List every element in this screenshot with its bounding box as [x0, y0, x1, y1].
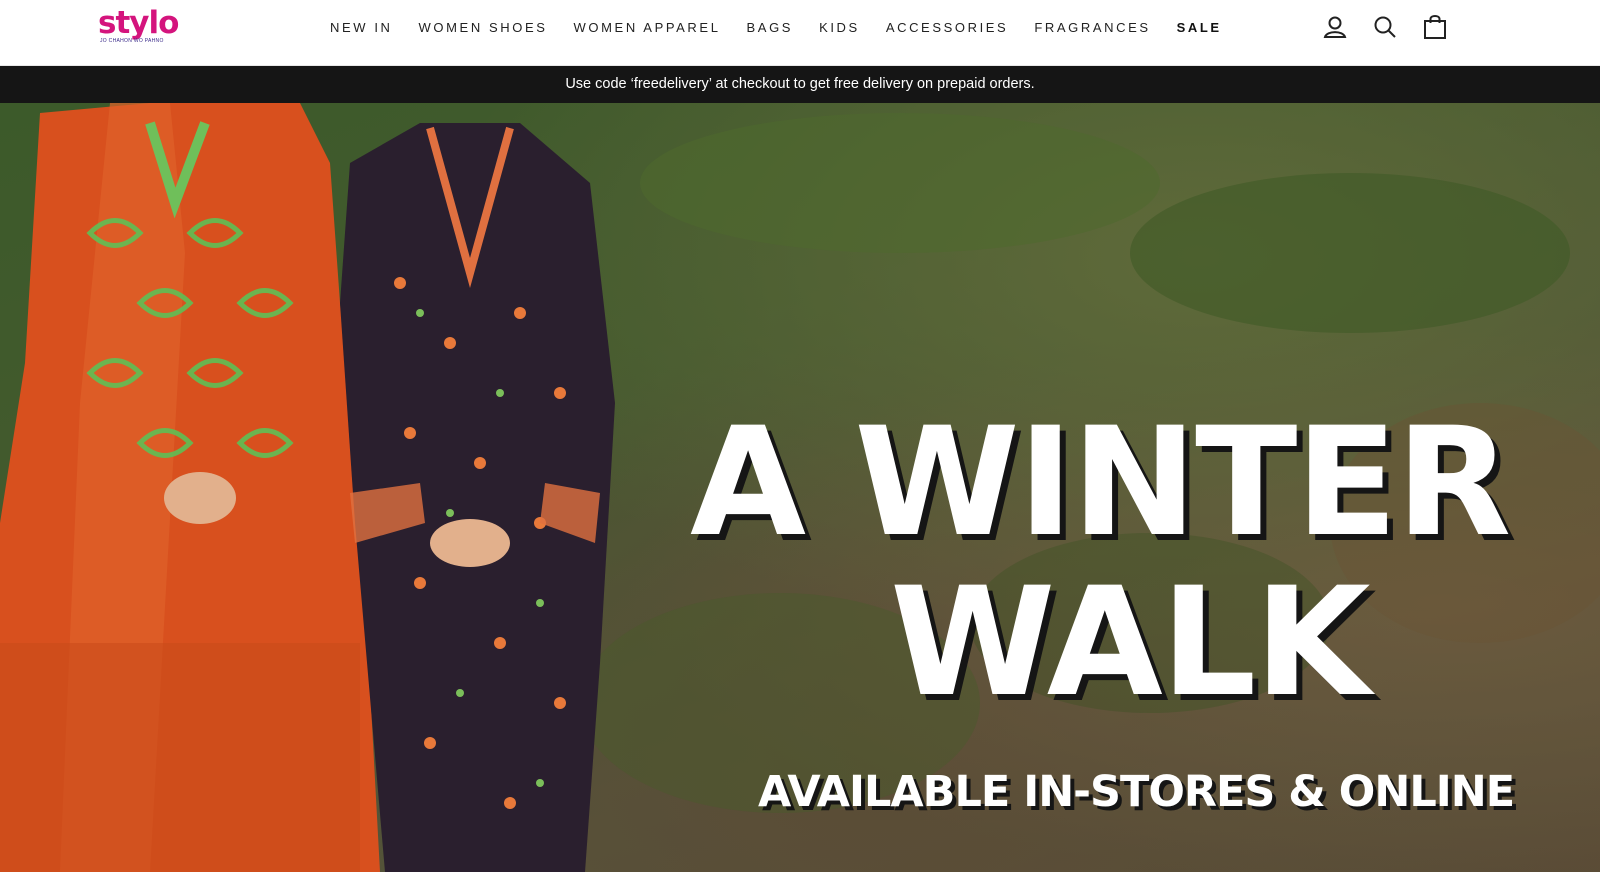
- user-icon[interactable]: [1320, 12, 1350, 42]
- hero-headline-line1: A WINTER: [690, 396, 1511, 570]
- shopping-bag-icon[interactable]: [1420, 12, 1450, 42]
- search-icon[interactable]: [1370, 12, 1400, 42]
- site-header: stylo JO CHAHON WO PAHNO NEW IN WOMEN SH…: [0, 0, 1600, 66]
- promo-banner: Use code ‘freedelivery’ at checkout to g…: [0, 66, 1600, 103]
- hero-headline-line2: WALK: [890, 556, 1371, 730]
- hero-subtitle: AVAILABLE IN-STORES & ONLINE: [758, 767, 1515, 817]
- brand-logo[interactable]: stylo JO CHAHON WO PAHNO: [98, 6, 190, 48]
- brand-logo-text: stylo: [98, 5, 179, 41]
- brand-tagline: JO CHAHON WO PAHNO: [100, 38, 164, 44]
- nav-item-women-apparel[interactable]: WOMEN APPAREL: [574, 20, 721, 35]
- model-orange-outfit: [0, 103, 380, 872]
- nav-item-kids[interactable]: KIDS: [819, 20, 860, 35]
- model-dark-outfit: [340, 123, 615, 872]
- nav-item-sale[interactable]: SALE: [1177, 20, 1222, 35]
- nav-item-bags[interactable]: BAGS: [747, 20, 794, 35]
- main-navigation: NEW IN WOMEN SHOES WOMEN APPAREL BAGS KI…: [330, 0, 1248, 54]
- nav-item-fragrances[interactable]: FRAGRANCES: [1034, 20, 1150, 35]
- hero-banner[interactable]: A WINTER WALK AVAILABLE IN-STORES & ONLI…: [0, 103, 1600, 872]
- nav-item-women-shoes[interactable]: WOMEN SHOES: [419, 20, 548, 35]
- promo-text: Use code ‘freedelivery’ at checkout to g…: [565, 76, 1035, 92]
- hero-headline: A WINTER WALK: [690, 403, 1590, 723]
- nav-item-accessories[interactable]: ACCESSORIES: [886, 20, 1009, 35]
- nav-item-new-in[interactable]: NEW IN: [330, 20, 393, 35]
